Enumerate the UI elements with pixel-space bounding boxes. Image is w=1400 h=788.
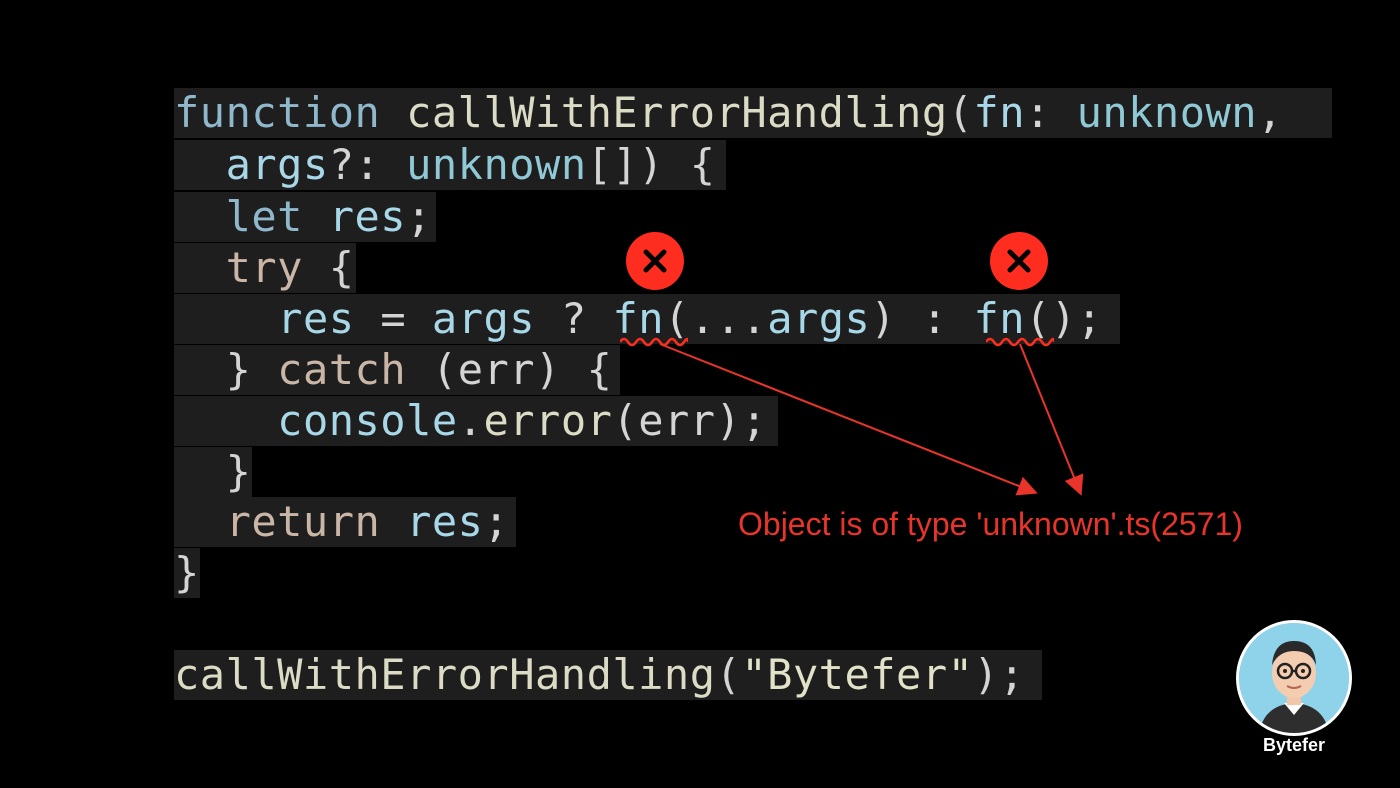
avatar-face-icon	[1239, 623, 1349, 733]
arrow-2	[1019, 343, 1084, 496]
avatar	[1236, 620, 1352, 736]
error-arrows	[659, 343, 1084, 496]
error-message: Object is of type 'unknown'.ts(2571)	[738, 506, 1243, 542]
arrow-1	[659, 343, 1038, 496]
avatar-label: Bytefer	[1262, 735, 1326, 755]
